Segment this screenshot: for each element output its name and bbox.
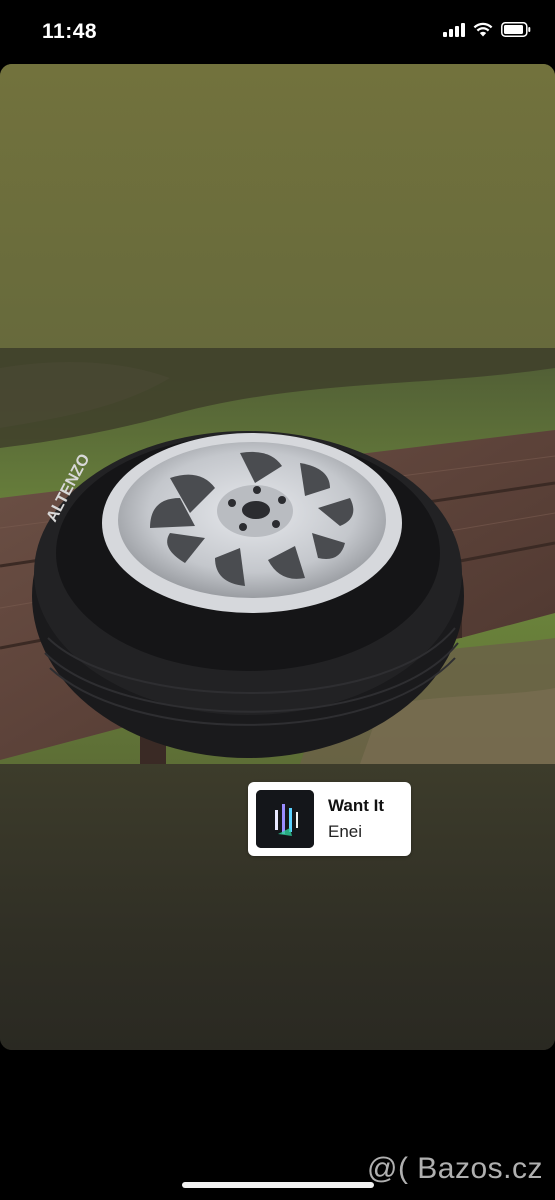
track-info: Want It Enei: [328, 796, 384, 842]
status-time: 11:48: [42, 20, 98, 43]
home-indicator[interactable]: [182, 1182, 374, 1188]
status-bar: 11:48: [0, 0, 555, 64]
cellular-signal-icon: [443, 22, 465, 37]
status-icons: [443, 22, 531, 37]
post-photo[interactable]: ALTENZO: [0, 348, 555, 764]
story-card[interactable]: ALTENZO Want It Enei: [0, 64, 555, 1050]
track-artist: Enei: [328, 822, 363, 841]
album-art: [256, 790, 314, 848]
story-background-top: [0, 64, 555, 348]
wifi-icon: [473, 22, 493, 37]
bazos-watermark: @( Bazos.cz: [367, 1152, 543, 1185]
album-art-icon: [256, 790, 314, 848]
track-title: Want It: [328, 796, 385, 815]
music-sticker[interactable]: Want It Enei: [248, 782, 411, 856]
battery-icon: [501, 22, 531, 37]
